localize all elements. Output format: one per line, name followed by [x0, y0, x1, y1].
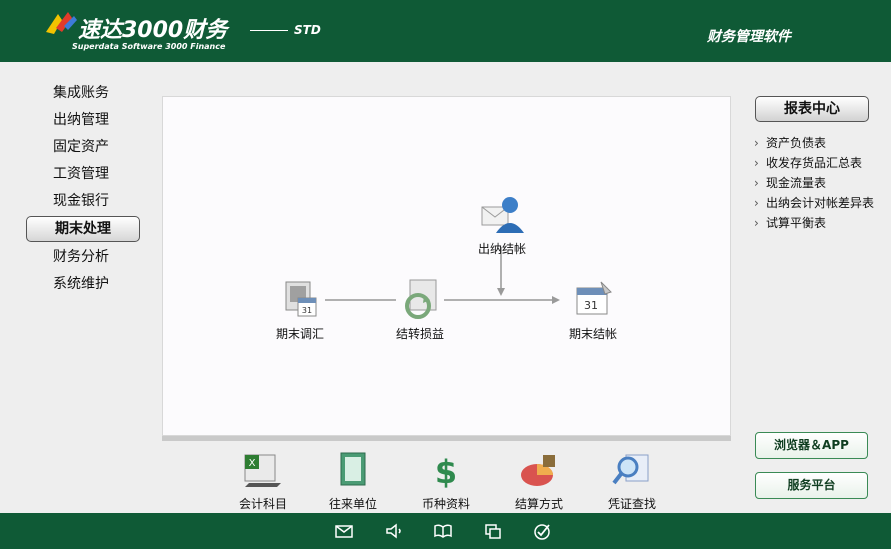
tool-settlement-methods[interactable]: 结算方式: [499, 451, 579, 512]
report-item-label: 收发存货品汇总表: [766, 156, 863, 170]
tool-label: 会计科目: [238, 497, 287, 511]
report-list: › 资产负债表 › 收发存货品汇总表 › 现金流量表 › 出纳会计对帐差异表 › 试算平衡…: [754, 133, 884, 233]
dollar-icon: $: [435, 453, 457, 491]
flow-node-exchange-adjust[interactable]: 31 期末调汇: [255, 278, 345, 342]
tool-label: 结算方式: [514, 497, 563, 511]
report-item-balance-sheet[interactable]: › 资产负债表: [754, 133, 884, 153]
flow-node-period-close[interactable]: 31 期末结帐: [548, 278, 638, 342]
report-item-label: 现金流量表: [766, 176, 827, 190]
tool-strip: X 会计科目 往来单位 $ 币种资料 结算方式 凭证查找: [162, 436, 731, 512]
report-item-label: 试算平衡表: [766, 216, 827, 230]
windows-icon[interactable]: [483, 521, 503, 541]
edition-label: STD: [294, 23, 321, 37]
chevron-right-icon: ›: [754, 216, 759, 230]
header-bar: 速达3000财务 Superdata Software 3000 Finance…: [0, 0, 891, 62]
tool-voucher-search[interactable]: 凭证查找: [592, 451, 672, 512]
flow-canvas: 出纳结帐 31 期末调汇 结转损益 31 期末结帐: [162, 96, 731, 436]
browser-app-button[interactable]: 浏览器＆APP: [755, 432, 868, 459]
service-platform-button[interactable]: 服务平台: [755, 472, 868, 499]
report-item-trial-balance[interactable]: › 试算平衡表: [754, 213, 884, 233]
user-mail-icon: [481, 197, 524, 233]
sidebar-item-financial-analysis[interactable]: 财务分析: [22, 244, 142, 271]
report-center-button[interactable]: 报表中心: [755, 96, 869, 122]
product-title: 财务管理软件: [707, 29, 791, 45]
tool-label: 凭证查找: [607, 497, 656, 511]
flow-node-label: 结转损益: [395, 327, 444, 341]
speaker-icon[interactable]: [384, 521, 404, 541]
flow-connectors: [325, 247, 560, 304]
sidebar-item-cash-bank[interactable]: 现金银行: [22, 188, 142, 215]
chevron-right-icon: ›: [754, 176, 759, 190]
chevron-right-icon: ›: [754, 196, 759, 210]
sidebar-item-integrated-accounting[interactable]: 集成账务: [22, 80, 142, 107]
brand-subtitle: Superdata Software 3000 Finance: [72, 42, 226, 51]
calendar-icon: 31: [576, 281, 612, 315]
tool-account-subjects[interactable]: X 会计科目: [223, 451, 303, 512]
pie-chart-icon: [521, 455, 555, 486]
sidebar-item-fixed-assets[interactable]: 固定资产: [22, 134, 142, 161]
svg-text:31: 31: [584, 299, 598, 312]
sidebar: 集成账务 出纳管理 固定资产 工资管理 现金银行 期末处理 财务分析 系统维护: [22, 80, 142, 298]
flow-node-transfer-pl[interactable]: 结转损益: [375, 278, 465, 342]
flow-node-label: 出纳结帐: [477, 242, 526, 256]
check-circle-icon[interactable]: [532, 521, 552, 541]
book-icon[interactable]: [433, 521, 453, 541]
calendar-doc-icon: 31: [285, 281, 317, 317]
recycle-icon: [405, 279, 437, 319]
tool-label: 币种资料: [421, 497, 470, 511]
chevron-right-icon: ›: [754, 156, 759, 170]
spreadsheet-icon: X: [244, 454, 281, 487]
magnifier-doc-icon: [612, 454, 649, 485]
chevron-right-icon: ›: [754, 136, 759, 150]
brand-divider: [250, 30, 288, 31]
sidebar-item-system-maintenance[interactable]: 系统维护: [22, 271, 142, 298]
svg-text:X: X: [249, 458, 256, 469]
footer-bar: [0, 513, 891, 549]
sidebar-item-payroll[interactable]: 工资管理: [22, 161, 142, 188]
folder-book-icon: [340, 452, 366, 486]
mail-icon[interactable]: [334, 521, 354, 541]
brand-logo-icon: [46, 12, 77, 34]
sidebar-item-period-end[interactable]: 期末处理: [26, 216, 140, 242]
flow-node-label: 期末调汇: [275, 327, 324, 341]
flow-node-label: 期末结帐: [568, 327, 617, 341]
report-item-cash-flow[interactable]: › 现金流量表: [754, 173, 884, 193]
tool-currency-data[interactable]: $ 币种资料: [406, 451, 486, 512]
tool-counterparties[interactable]: 往来单位: [313, 451, 393, 512]
report-item-label: 资产负债表: [766, 136, 827, 150]
brand-title: 速达3000财务: [78, 18, 228, 43]
report-item-label: 出纳会计对帐差异表: [766, 196, 875, 210]
sidebar-item-cashier[interactable]: 出纳管理: [22, 107, 142, 134]
svg-text:$: $: [435, 453, 457, 489]
tool-label: 往来单位: [328, 497, 377, 511]
svg-text:31: 31: [302, 306, 312, 315]
flow-node-cashier-close[interactable]: 出纳结帐: [457, 193, 547, 257]
report-item-inventory-summary[interactable]: › 收发存货品汇总表: [754, 153, 884, 173]
report-item-reconciliation-diff[interactable]: › 出纳会计对帐差异表: [754, 193, 884, 213]
